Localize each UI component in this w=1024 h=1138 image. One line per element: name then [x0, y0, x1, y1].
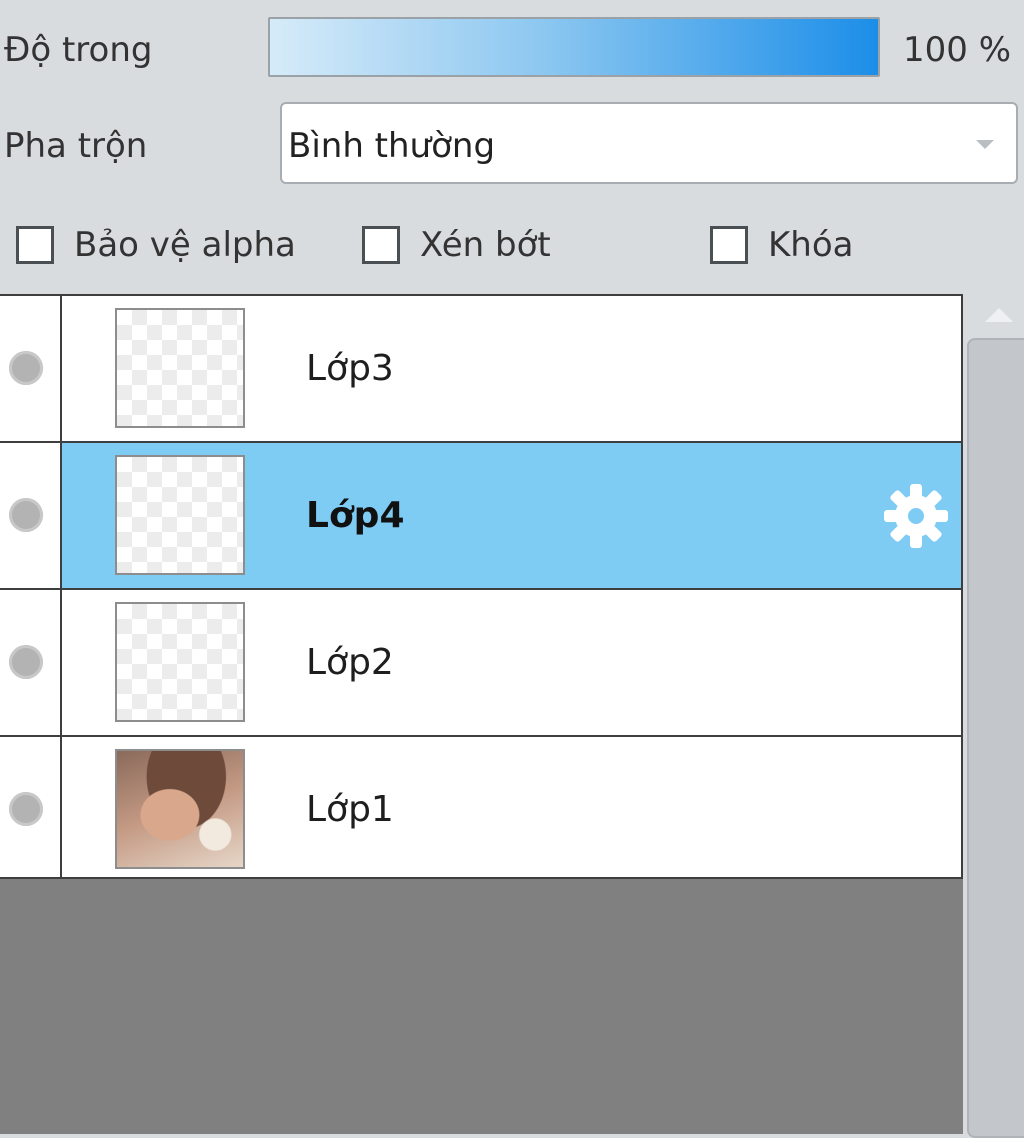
visibility-dot-icon[interactable] — [9, 351, 43, 385]
layer-visibility-cell[interactable] — [0, 737, 62, 877]
layer-thumbnail — [115, 455, 245, 575]
chevron-down-icon — [976, 140, 994, 149]
layer-row[interactable]: Lớp2 — [0, 590, 963, 737]
layer-row-main[interactable]: Lớp4 — [62, 443, 961, 588]
opacity-value: 100 % — [903, 30, 1012, 70]
opacity-slider-fill — [270, 19, 878, 75]
layer-thumbnail — [115, 308, 245, 428]
scroll-up-arrow-icon[interactable] — [985, 308, 1013, 322]
layer-visibility-cell[interactable] — [0, 296, 62, 441]
layer-row-main[interactable]: Lớp3 — [62, 296, 961, 441]
layer-list: Lớp3 Lớp4 Lớp2 Lớp1 — [0, 294, 963, 879]
opacity-label: Độ trong — [4, 30, 153, 70]
clip-option[interactable]: Xén bớt — [362, 222, 551, 268]
lock-option[interactable]: Khóa — [710, 222, 853, 268]
lock-checkbox[interactable] — [710, 226, 748, 264]
layer-row[interactable]: Lớp3 — [0, 296, 963, 443]
layer-scrollbar[interactable] — [963, 294, 1024, 1138]
layer-name: Lớp4 — [306, 495, 405, 536]
layer-name: Lớp1 — [306, 789, 394, 830]
blend-mode-value: Bình thường — [288, 126, 496, 166]
protect-alpha-option[interactable]: Bảo vệ alpha — [16, 222, 296, 268]
protect-alpha-checkbox[interactable] — [16, 226, 54, 264]
layer-visibility-cell[interactable] — [0, 443, 62, 588]
layer-row-main[interactable]: Lớp2 — [62, 590, 961, 735]
layer-row-main[interactable]: Lớp1 — [62, 737, 961, 877]
layer-row-selected[interactable]: Lớp4 — [0, 443, 963, 590]
scrollbar-thumb[interactable] — [967, 338, 1024, 1138]
layer-visibility-cell[interactable] — [0, 590, 62, 735]
gear-icon[interactable] — [881, 481, 951, 551]
lock-label: Khóa — [768, 225, 854, 265]
blend-mode-label: Pha trộn — [4, 126, 148, 166]
layer-row[interactable]: Lớp1 — [0, 737, 963, 879]
opacity-slider[interactable] — [268, 17, 880, 77]
visibility-dot-icon[interactable] — [9, 498, 43, 532]
protect-alpha-label: Bảo vệ alpha — [74, 225, 296, 265]
visibility-dot-icon[interactable] — [9, 792, 43, 826]
layer-name: Lớp2 — [306, 642, 394, 683]
layer-thumbnail-photo — [115, 749, 245, 869]
layer-name: Lớp3 — [306, 348, 394, 389]
clip-checkbox[interactable] — [362, 226, 400, 264]
clip-label: Xén bớt — [420, 225, 551, 265]
visibility-dot-icon[interactable] — [9, 645, 43, 679]
layer-panel: Lớp3 Lớp4 Lớp2 Lớp1 — [0, 294, 963, 1134]
blend-mode-select[interactable]: Bình thường — [280, 102, 1018, 184]
layer-thumbnail — [115, 602, 245, 722]
